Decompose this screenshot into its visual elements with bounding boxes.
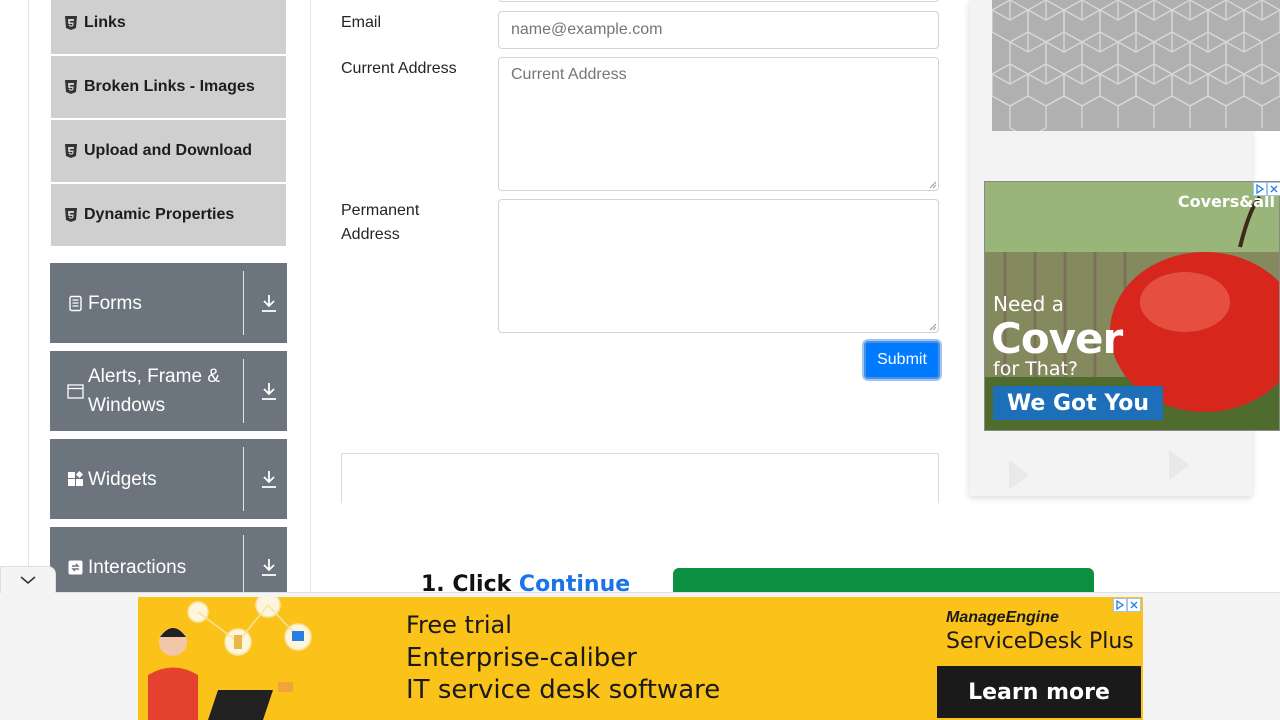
left-border	[28, 0, 29, 600]
resize-handle-icon[interactable]	[929, 323, 937, 331]
side-ad-card[interactable]: Covers&all Need a Cover for That? We Got…	[984, 181, 1280, 431]
html5-icon	[65, 80, 77, 94]
download-icon[interactable]	[260, 469, 278, 489]
current-address-label: Current Address	[341, 60, 457, 77]
ad-line-1: Need a	[993, 292, 1064, 316]
list-icon	[67, 295, 84, 312]
download-icon[interactable]	[260, 293, 278, 313]
bottom-banner-ad[interactable]: Free trial Enterprise-caliber IT service…	[138, 597, 1143, 720]
group-label: Forms	[88, 292, 142, 314]
sidebar-item-upload-download[interactable]: Upload and Download	[51, 120, 286, 182]
banner-line-2: Enterprise-caliber	[406, 643, 637, 673]
sidebar-item-label: Broken Links - Images	[84, 78, 255, 95]
banner-product: ServiceDesk Plus	[946, 629, 1134, 654]
group-divider	[243, 447, 244, 511]
group-header: Alerts, Frame & Windows	[67, 351, 237, 431]
chevron-down-icon	[20, 576, 36, 585]
permanent-address-label: Permanent Address	[341, 202, 420, 243]
email-label: Email	[341, 14, 382, 31]
adchoices-icon[interactable]	[1113, 598, 1127, 612]
group-label: Interactions	[88, 556, 187, 578]
sidebar-item-links[interactable]: Links	[51, 0, 286, 54]
interactions-icon	[67, 559, 84, 576]
ad-line-2: Cover	[991, 314, 1123, 363]
resize-handle-icon[interactable]	[929, 181, 937, 189]
collapse-ad-button[interactable]	[0, 566, 56, 593]
sidebar-item-label: Dynamic Properties	[84, 206, 235, 223]
html5-icon	[65, 208, 77, 222]
sidebar-group-alerts[interactable]: Alerts, Frame & Windows	[50, 351, 287, 431]
permanent-address-field[interactable]	[498, 199, 939, 333]
group-divider	[243, 359, 244, 423]
banner-line-1: Free trial	[406, 611, 512, 639]
learn-more-button[interactable]: Learn more	[937, 666, 1141, 718]
html5-icon	[65, 144, 77, 158]
sidebar-item-dynamic-properties[interactable]: Dynamic Properties	[51, 184, 286, 246]
group-divider	[243, 535, 244, 599]
banner-vendor: ManageEngine	[946, 609, 1059, 626]
email-field[interactable]	[498, 11, 939, 49]
close-ad-icon[interactable]	[1127, 598, 1141, 612]
hex-pattern-ad	[992, 0, 1280, 131]
sidebar-item-label: Links	[84, 14, 126, 31]
embedded-frame	[341, 453, 939, 503]
banner-illustration	[148, 597, 312, 720]
group-label: Widgets	[88, 468, 157, 490]
current-address-textarea[interactable]	[499, 58, 938, 190]
group-divider	[243, 271, 244, 335]
submit-button[interactable]: Submit	[864, 341, 940, 379]
download-icon[interactable]	[260, 381, 278, 401]
permanent-address-textarea[interactable]	[499, 200, 938, 332]
group-label: Alerts, Frame & Windows	[88, 366, 220, 416]
sidebar-border	[310, 0, 311, 600]
window-icon	[67, 383, 84, 400]
banner-line-3: IT service desk software	[406, 675, 721, 705]
sidebar-item-broken-links[interactable]: Broken Links - Images	[51, 56, 286, 118]
download-icon[interactable]	[260, 557, 278, 577]
ad-cta-button[interactable]: We Got You	[993, 386, 1163, 420]
current-address-field[interactable]	[498, 57, 939, 191]
html5-icon	[65, 16, 77, 30]
group-header: Widgets	[67, 439, 237, 519]
adchoices-icon[interactable]	[1253, 182, 1267, 196]
widgets-icon	[67, 470, 84, 488]
previous-field-edge	[498, 0, 939, 2]
hex-pattern-graphic	[992, 0, 1280, 131]
close-ad-icon[interactable]	[1267, 182, 1280, 196]
sidebar-item-label: Upload and Download	[84, 142, 252, 159]
group-header: Forms	[67, 263, 237, 343]
sidebar-group-widgets[interactable]: Widgets	[50, 439, 287, 519]
ad-line-3: for That?	[993, 358, 1078, 380]
sidebar-group-forms[interactable]: Forms	[50, 263, 287, 343]
